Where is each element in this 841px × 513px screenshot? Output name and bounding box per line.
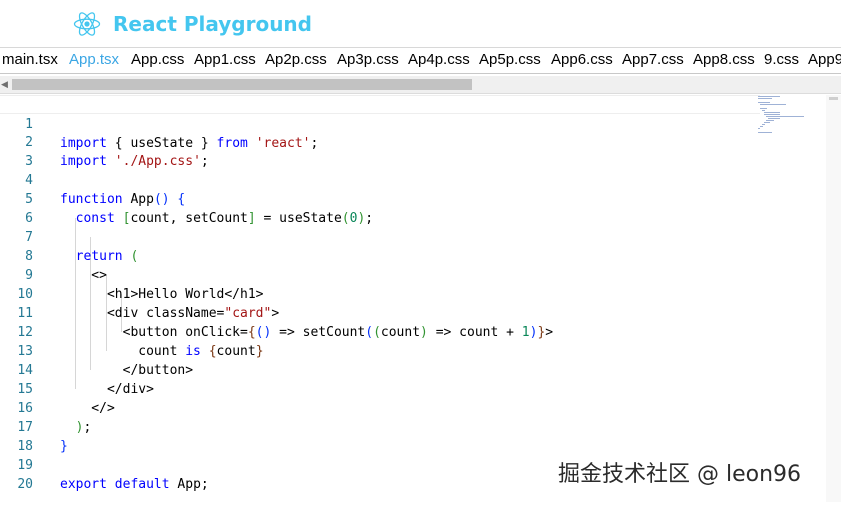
- code-line: 1 import { useState } from 'react';: [0, 95, 760, 151]
- code-line: 3: [0, 133, 760, 169]
- tab-ap2p-css[interactable]: Ap2p.css: [265, 51, 327, 68]
- scrollbar-thumb[interactable]: [12, 79, 472, 90]
- code-line: 15 </>: [0, 361, 760, 416]
- tab-app9[interactable]: App9: [808, 51, 841, 68]
- code-editor[interactable]: 1 import { useState } from 'react'; 2 im…: [0, 95, 841, 502]
- code-line: 13 </button>: [0, 323, 760, 378]
- code-line: 19 export default App;: [0, 437, 760, 492]
- tab-ap5p-css[interactable]: Ap5p.css: [479, 51, 541, 68]
- app-header: React Playground: [0, 0, 841, 48]
- code-line: 16 );: [0, 380, 760, 435]
- line-number: 20: [17, 477, 33, 492]
- tab-main-tsx[interactable]: main.tsx: [2, 51, 58, 68]
- code-line: 12 count is {count}: [0, 304, 760, 359]
- code-minimap[interactable]: [758, 95, 820, 137]
- code-line: 17 }: [0, 399, 760, 454]
- horizontal-scrollbar[interactable]: ◀: [0, 76, 841, 94]
- code-line: 18: [0, 418, 760, 454]
- code-line: 5 const [count, setCount] = useState(0);: [0, 171, 760, 226]
- tab-app1-css[interactable]: App1.css: [194, 51, 256, 68]
- line-code: export default App;: [60, 477, 209, 492]
- tab-ap3p-css[interactable]: Ap3p.css: [337, 51, 399, 68]
- react-atom-icon: [73, 12, 101, 36]
- watermark: 掘金技术社区 @ leon96: [558, 462, 802, 487]
- tab-app-tsx[interactable]: App.tsx: [69, 51, 119, 68]
- tab-app7-css[interactable]: App7.css: [622, 51, 684, 68]
- code-line: 7 return (: [0, 209, 760, 264]
- tab-app-css[interactable]: App.css: [131, 51, 184, 68]
- vertical-scrollbar[interactable]: [826, 95, 841, 502]
- app-title: React Playground: [113, 12, 312, 36]
- code-line: 8 <>: [0, 228, 760, 283]
- code-line: 10 <div className="card">: [0, 266, 760, 321]
- code-line: 11 <button onClick={() => setCount((coun…: [0, 285, 760, 340]
- code-line: 4 function App() {: [0, 152, 760, 207]
- code-line: 6: [0, 190, 760, 226]
- tab-ap4p-css[interactable]: Ap4p.css: [408, 51, 470, 68]
- tab-app6-css[interactable]: App6.css: [551, 51, 613, 68]
- tab-app8-css[interactable]: App8.css: [693, 51, 755, 68]
- code-line: 2 import './App.css';: [0, 114, 760, 169]
- code-line: 14 </div>: [0, 342, 760, 397]
- scrollbar-marker: [829, 97, 838, 100]
- tab-9-css[interactable]: 9.css: [764, 51, 799, 68]
- file-tab-bar: main.tsx App.tsx App.css App1.css Ap2p.c…: [0, 48, 841, 74]
- code-line: 9 <h1>Hello World</h1>: [0, 247, 760, 302]
- scroll-left-icon[interactable]: ◀: [1, 79, 8, 90]
